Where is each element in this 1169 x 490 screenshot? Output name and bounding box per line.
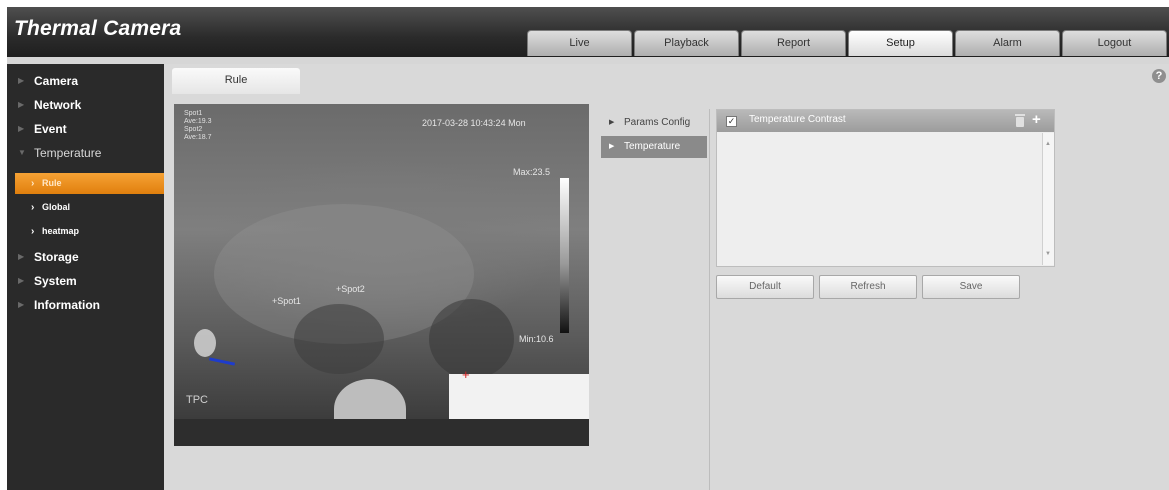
refresh-button[interactable]: Refresh <box>819 275 917 299</box>
tab-alarm[interactable]: Alarm <box>955 30 1060 56</box>
spots-info-line: Ave:18.7 <box>184 134 212 141</box>
chevron-right-icon: ▶ <box>609 119 615 126</box>
rule-enable-checkbox[interactable]: ✓ <box>726 116 737 127</box>
sidebar-item-information[interactable]: ▶ Information <box>7 294 164 316</box>
tab-playback[interactable]: Playback <box>634 30 739 56</box>
main-content: Rule ? Spot1 Ave:19.3 Spot2 Ave:18.7 201… <box>164 64 1169 490</box>
scroll-up-icon[interactable]: ▲ <box>1045 141 1051 147</box>
osd-channel-label: TPC <box>186 394 208 406</box>
chevron-right-icon: ▶ <box>18 76 25 85</box>
sidebar-subitem-label: heatmap <box>42 226 80 236</box>
sidebar-item-storage[interactable]: ▶ Storage <box>7 246 164 268</box>
sidebar-subitem-label: Global <box>42 202 71 212</box>
sidebar-subitem-global[interactable]: › Global <box>15 197 164 218</box>
chevron-right-icon: ▶ <box>18 124 25 133</box>
chevron-right-icon: ▶ <box>609 143 615 150</box>
sidebar-item-label: Temperature <box>34 146 102 160</box>
tab-report[interactable]: Report <box>741 30 846 56</box>
hot-region <box>449 374 589 419</box>
chevron-right-icon: ▶ <box>18 300 25 309</box>
tab-live[interactable]: Live <box>527 30 632 56</box>
sidebar-item-label: Network <box>34 98 82 112</box>
app-frame: Thermal Camera Live Playback Report Setu… <box>7 7 1169 490</box>
chevron-right-icon: › <box>31 202 35 213</box>
blue-marker <box>208 357 236 366</box>
app-header: Thermal Camera Live Playback Report Setu… <box>7 7 1169 57</box>
sidebar-subitem-rule[interactable]: › Rule <box>15 173 164 194</box>
min-temp-label: Min:10.6 <box>519 334 554 344</box>
submenu-label: Params Config <box>624 117 691 128</box>
spot1-label: +Spot1 <box>272 296 301 306</box>
app-title: Thermal Camera <box>14 17 182 40</box>
chevron-right-icon: › <box>31 226 35 237</box>
chevron-right-icon: ▶ <box>18 100 25 109</box>
spots-info-line: Spot1 <box>184 110 203 117</box>
rule-name: Temperature Contrast <box>749 114 846 125</box>
sidebar-subitem-label: Rule <box>42 178 62 188</box>
sidebar-item-label: Storage <box>34 250 79 264</box>
crosshair-icon: + <box>462 367 470 382</box>
scroll-down-icon[interactable]: ▼ <box>1045 251 1051 257</box>
sidebar-item-label: Information <box>34 298 100 312</box>
sidebar-item-temperature[interactable]: ▼ Temperature <box>7 142 164 164</box>
page-tab-rule[interactable]: Rule <box>172 68 300 94</box>
sidebar: ▶ Camera ▶ Network ▶ Event ▼ Temperature… <box>7 64 164 490</box>
chevron-right-icon: ▶ <box>18 252 25 261</box>
sidebar-item-label: Camera <box>34 74 79 88</box>
sidebar-item-label: Event <box>34 122 67 136</box>
sidebar-item-network[interactable]: ▶ Network <box>7 94 164 116</box>
add-rule-icon[interactable]: + <box>1032 111 1041 129</box>
sidebar-item-label: System <box>34 274 77 288</box>
rule-list: ✓ Temperature Contrast + ▲ ▼ <box>716 109 1055 267</box>
thermal-image <box>174 104 589 419</box>
chevron-right-icon: › <box>31 178 35 189</box>
spots-info-line: Ave:19.3 <box>184 118 212 125</box>
video-preview[interactable]: Spot1 Ave:19.3 Spot2 Ave:18.7 2017-03-28… <box>174 104 589 446</box>
default-button[interactable]: Default <box>716 275 814 299</box>
rule-list-scrollbar[interactable]: ▲ ▼ <box>1042 133 1054 265</box>
hot-object <box>334 379 406 419</box>
tab-logout[interactable]: Logout <box>1062 30 1167 56</box>
sidebar-item-system[interactable]: ▶ System <box>7 270 164 292</box>
rule-row[interactable]: ✓ Temperature Contrast + <box>717 110 1054 132</box>
spots-info-line: Spot2 <box>184 126 203 133</box>
submenu-label: Temperature <box>624 141 681 152</box>
submenu-temperature[interactable]: ▶ Temperature <box>601 136 707 158</box>
chevron-down-icon: ▼ <box>18 148 26 157</box>
tab-setup[interactable]: Setup <box>848 30 953 56</box>
osd-timestamp: 2017-03-28 10:43:24 Mon <box>422 118 526 128</box>
temperature-scale-bar <box>560 178 569 333</box>
spots-info: Spot1 Ave:19.3 Spot2 Ave:18.7 <box>184 110 212 142</box>
vertical-divider <box>709 109 710 490</box>
save-button[interactable]: Save <box>922 275 1020 299</box>
max-temp-label: Max:23.5 <box>513 167 551 177</box>
help-icon[interactable]: ? <box>1152 69 1166 83</box>
trash-icon[interactable] <box>1015 114 1025 127</box>
sidebar-subitem-heatmap[interactable]: › heatmap <box>15 221 164 242</box>
sidebar-item-camera[interactable]: ▶ Camera <box>7 70 164 92</box>
spot2-label: +Spot2 <box>336 284 365 294</box>
submenu-params-config[interactable]: ▶ Params Config <box>601 112 707 134</box>
chevron-right-icon: ▶ <box>18 276 25 285</box>
sidebar-item-event[interactable]: ▶ Event <box>7 118 164 140</box>
